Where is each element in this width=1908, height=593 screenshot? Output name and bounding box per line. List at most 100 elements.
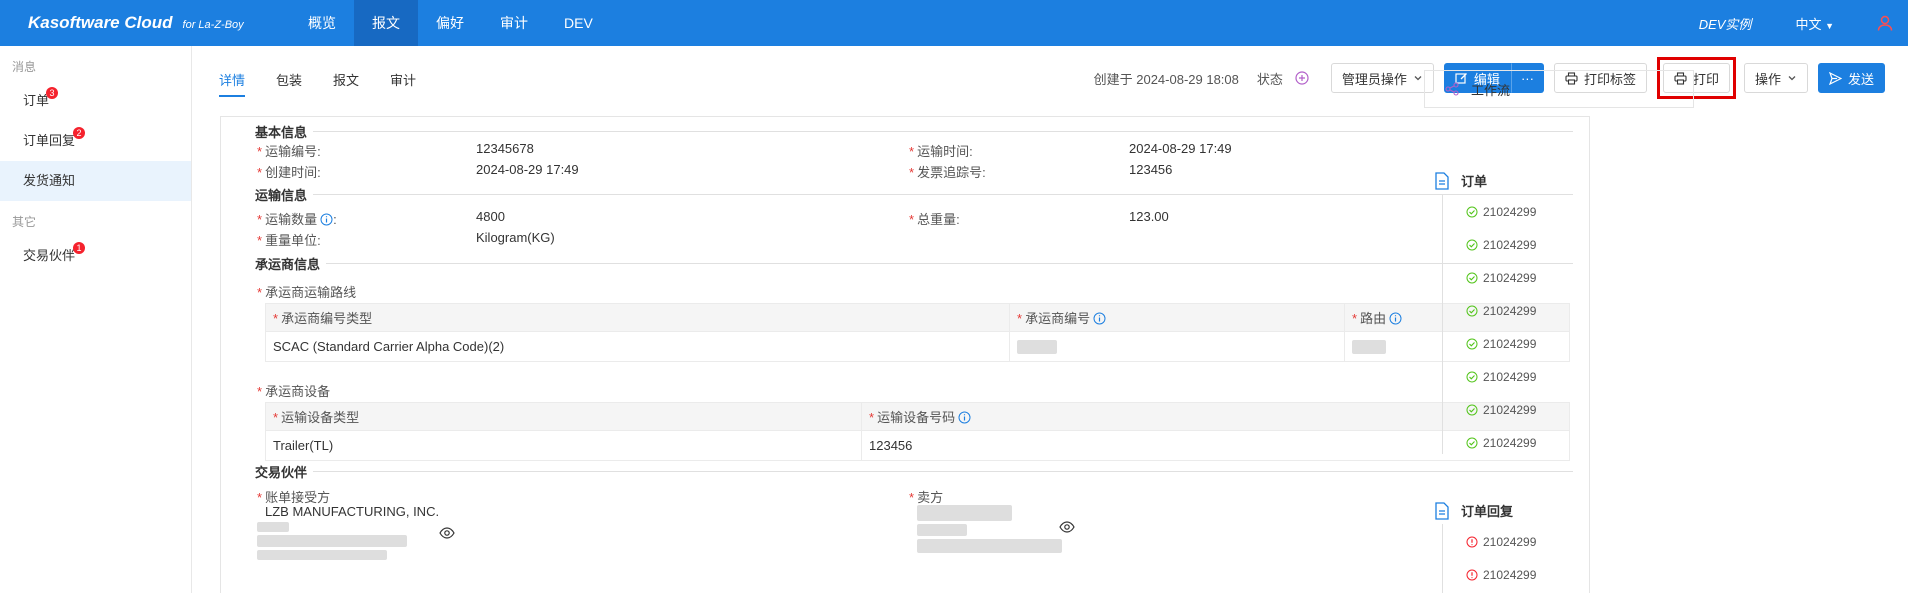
sidebar: 消息 订单 3 订单回复 2 发货通知 其它 交易伙伴 1 [0, 46, 192, 593]
section-title-basic: 基本信息 [235, 122, 314, 141]
workflow-item[interactable]: 21024299 [1466, 205, 1536, 219]
workflow-connector [1442, 524, 1443, 593]
workflow-item-label: 21024299 [1483, 370, 1537, 384]
language-select[interactable]: 中文 ▼ [1795, 14, 1834, 33]
workflow-item-label: 21024299 [1483, 436, 1537, 450]
workflow-item-label: 21024299 [1483, 238, 1537, 252]
sidebar-group-other: 其它 [12, 215, 37, 229]
nav-audit[interactable]: 审计 [482, 0, 546, 46]
count-badge: 1 [73, 242, 85, 254]
equipment-label: * 承运商设备 [257, 384, 331, 399]
created-time-value: 2024-08-29 17:49 [476, 162, 579, 177]
cell-carrier-code-redacted [1009, 331, 1345, 362]
seller-label: * 卖方 [909, 490, 944, 505]
tab-audit[interactable]: 审计 [390, 70, 416, 97]
info-icon[interactable] [1389, 312, 1402, 325]
sidebar-item-trading-partners[interactable]: 交易伙伴 1 [0, 236, 191, 276]
admin-ops-dropdown[interactable]: 管理员操作 [1330, 63, 1434, 93]
bill-to-label-text: 账单接受方 [265, 490, 331, 505]
sidebar-item-shipping-notice[interactable]: 发货通知 [0, 161, 191, 201]
check-circle-icon [1466, 338, 1478, 350]
operations-dropdown[interactable]: 操作 [1743, 63, 1808, 93]
error-circle-icon [1466, 569, 1478, 581]
section-title-partners: 交易伙伴 [235, 462, 314, 481]
workflow-icon [1445, 82, 1459, 96]
cell-equipment-type: Trailer(TL) [265, 430, 862, 461]
redacted-text [1352, 340, 1386, 355]
eye-icon[interactable] [1059, 519, 1075, 535]
check-circle-icon [1466, 371, 1478, 383]
workflow-item-label: 21024299 [1483, 304, 1537, 318]
workflow-item-label: 21024299 [1483, 568, 1537, 582]
redacted-text [917, 505, 1012, 521]
sidebar-item-label: 订单 [23, 93, 50, 108]
col-label: 运输设备号码 [877, 410, 956, 425]
redacted-text [1017, 340, 1057, 355]
col-equipment-number: * 运输设备号码 [861, 402, 1570, 431]
workflow-item[interactable]: 21024299 [1466, 271, 1536, 285]
language-label: 中文 [1795, 16, 1822, 32]
workflow-item-label: 21024299 [1483, 403, 1537, 417]
workflow-item[interactable]: 21024299 [1466, 436, 1536, 450]
info-icon[interactable] [1093, 312, 1106, 325]
col-equipment-type: * 运输设备类型 [265, 402, 862, 431]
workflow-group-title: 订单 [1461, 174, 1488, 189]
brand-logo[interactable]: Kasoftware Cloud for La-Z-Boy [0, 13, 290, 33]
colon: : [333, 212, 337, 227]
nav-preferences[interactable]: 偏好 [418, 0, 482, 46]
workflow-item[interactable]: 21024299 [1466, 568, 1536, 582]
section-title-transport: 运输信息 [235, 185, 314, 204]
status-label: 状态 [1256, 71, 1283, 87]
nav-messages[interactable]: 报文 [354, 0, 418, 46]
check-circle-icon [1466, 437, 1478, 449]
detail-tabs: 详情 包装 报文 审计 [219, 70, 447, 97]
instance-label[interactable]: DEV实例 [1699, 14, 1752, 33]
nav-dev[interactable]: DEV [546, 0, 611, 46]
col-carrier-code-type: * 承运商编号类型 [265, 303, 1010, 332]
workflow-item[interactable]: 21024299 [1466, 535, 1536, 549]
col-label: 运输设备类型 [281, 410, 360, 425]
route-label: * 承运商运输路线 [257, 285, 357, 300]
eye-icon[interactable] [439, 525, 455, 541]
tab-message[interactable]: 报文 [333, 70, 359, 97]
add-status-icon[interactable] [1295, 71, 1309, 85]
brand-name: Kasoftware Cloud [28, 13, 173, 32]
info-icon[interactable] [958, 411, 971, 424]
count-badge: 2 [73, 127, 85, 139]
workflow-item-label: 21024299 [1483, 271, 1537, 285]
document-icon [1435, 171, 1449, 190]
table-row[interactable]: SCAC (Standard Carrier Alpha Code)(2) [265, 331, 1570, 362]
user-icon[interactable] [1876, 14, 1894, 32]
workflow-item[interactable]: 21024299 [1466, 238, 1536, 252]
table-row[interactable]: Trailer(TL) 123456 [265, 430, 1570, 461]
workflow-item[interactable]: 21024299 [1466, 403, 1536, 417]
sidebar-item-orders[interactable]: 订单 3 [0, 81, 191, 121]
nav-overview[interactable]: 概览 [290, 0, 354, 46]
workflow-item[interactable]: 21024299 [1466, 304, 1536, 318]
workflow-group-orders: 订单 [1434, 171, 1487, 190]
send-button[interactable]: 发送 [1817, 63, 1885, 93]
tab-packaging[interactable]: 包装 [276, 70, 302, 97]
weight-label-text: 总重量: [917, 212, 960, 227]
error-circle-icon [1466, 536, 1478, 548]
redacted-text [257, 550, 387, 560]
route-table: * 承运商编号类型 * 承运商编号 * 路由 SCAC (Standard Carri… [265, 303, 1570, 362]
workflow-item[interactable]: 21024299 [1466, 337, 1536, 351]
top-bar: Kasoftware Cloud for La-Z-Boy 概览 报文 偏好 审… [0, 0, 1908, 46]
print-text: 打印 [1692, 71, 1719, 87]
shipment-no-value: 12345678 [476, 141, 534, 156]
tab-details[interactable]: 详情 [219, 70, 246, 97]
caret-down-icon: ▼ [1825, 20, 1834, 31]
ship-time-value: 2024-08-29 17:49 [1129, 141, 1232, 156]
workflow-item[interactable]: 21024299 [1466, 370, 1536, 384]
workflow-item-label: 21024299 [1483, 337, 1537, 351]
check-circle-icon [1466, 272, 1478, 284]
check-circle-icon [1466, 239, 1478, 251]
col-carrier-code: * 承运商编号 [1009, 303, 1345, 332]
sidebar-item-label: 订单回复 [23, 133, 76, 148]
section-divider [235, 263, 1573, 264]
info-icon[interactable] [320, 213, 333, 226]
sidebar-item-order-replies[interactable]: 订单回复 2 [0, 121, 191, 161]
ship-time-label-text: 运输时间: [917, 144, 973, 159]
workflow-button[interactable]: 工作流 [1424, 70, 1694, 108]
